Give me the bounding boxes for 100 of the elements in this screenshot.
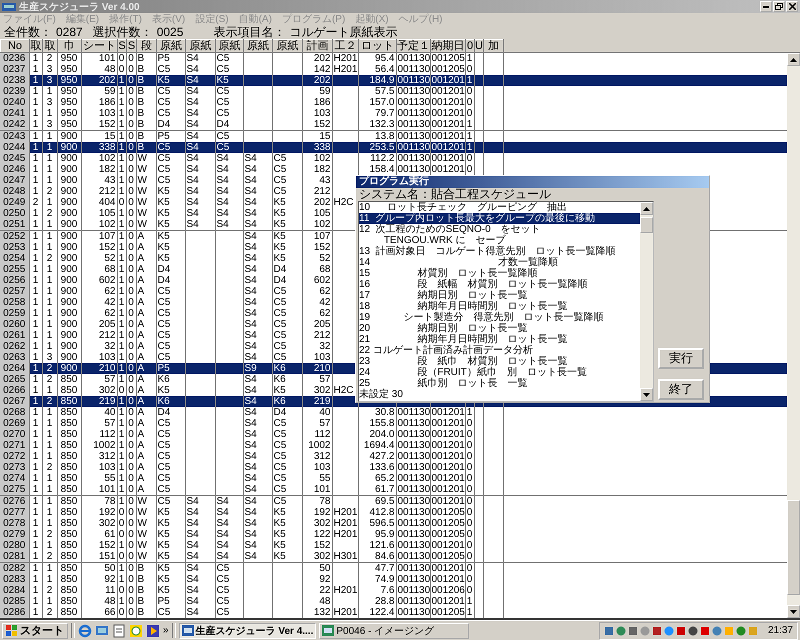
row-header: 0282 bbox=[0, 562, 29, 574]
tray-icon[interactable] bbox=[688, 626, 698, 636]
close-button[interactable] bbox=[786, 1, 798, 12]
table-cell: 0 bbox=[465, 153, 474, 164]
column-header[interactable]: シート bbox=[82, 40, 118, 52]
column-header[interactable]: 取 bbox=[30, 40, 42, 52]
tray-icon[interactable] bbox=[628, 626, 638, 636]
play-icon[interactable] bbox=[146, 624, 160, 638]
table-cell: K5 bbox=[215, 75, 243, 86]
list-item[interactable]: 25 紙巾別 ロット長 一覧 bbox=[359, 378, 640, 389]
table-cell: H201 bbox=[332, 53, 358, 64]
list-item[interactable]: 18 納期年月日時間別 ロット長一覧 bbox=[359, 301, 640, 312]
table-cell: 1 bbox=[117, 407, 126, 418]
clock-icon[interactable] bbox=[129, 624, 143, 638]
table-cell: 1 bbox=[42, 319, 57, 330]
column-header[interactable]: 原紙 bbox=[216, 40, 244, 52]
column-header[interactable]: 原紙 bbox=[156, 40, 186, 52]
column-header[interactable]: 工２ bbox=[332, 40, 358, 52]
list-item[interactable]: 未設定 30 bbox=[359, 389, 640, 400]
list-item[interactable]: 13 計画対象日 コルゲート得意先別 ロット長一覧降順 bbox=[359, 246, 640, 257]
column-header[interactable]: ロット bbox=[358, 40, 396, 52]
list-item[interactable]: 24 段（FRUIT）紙巾 別 ロット長一覧 bbox=[359, 367, 640, 378]
exit-button[interactable]: 終了 bbox=[658, 379, 704, 400]
table-cell: K5 bbox=[272, 197, 302, 208]
column-header[interactable]: 原紙 bbox=[244, 40, 272, 52]
table-cell: 001201 bbox=[430, 418, 465, 429]
table-cell: A bbox=[136, 297, 156, 308]
column-header[interactable]: 原紙 bbox=[186, 40, 216, 52]
list-item[interactable]: 10 ロット長チェック グルーピング 抽出 bbox=[359, 202, 640, 213]
program-list[interactable] bbox=[358, 201, 654, 402]
table-cell: 1002 bbox=[302, 440, 332, 451]
table-cell: 900 bbox=[57, 319, 81, 330]
tray-icon[interactable] bbox=[736, 626, 746, 636]
column-header[interactable]: 加 bbox=[484, 40, 504, 52]
column-header[interactable]: 取 bbox=[42, 40, 58, 52]
list-item[interactable]: 11 グループ内ロット長最大をグループの最後に移動 bbox=[359, 213, 640, 224]
list-item[interactable]: TENGOU.WRK に セーブ bbox=[359, 235, 640, 246]
table-cell: 001130 bbox=[396, 86, 430, 97]
tray-icon[interactable] bbox=[604, 626, 614, 636]
table-cell: C5 bbox=[215, 596, 243, 607]
column-header[interactable]: 巾 bbox=[58, 40, 82, 52]
table-cell: H201 bbox=[332, 518, 358, 529]
column-header[interactable]: 段 bbox=[136, 40, 156, 52]
table-cell: 001130 bbox=[396, 562, 430, 574]
column-header[interactable]: 計画 bbox=[302, 40, 332, 52]
table-cell: S4 bbox=[243, 308, 272, 319]
list-item[interactable]: 19 シート製造分 得意先別 ロット長一覧降順 bbox=[359, 312, 640, 323]
list-item[interactable]: 17 納期日別 ロット長一覧 bbox=[359, 290, 640, 301]
list-item[interactable]: 22 コルゲート計画済み計画データ分析 bbox=[359, 345, 640, 356]
list-item[interactable]: 15 材質別 ロット長一覧降順 bbox=[359, 268, 640, 279]
table-cell: 0 bbox=[465, 108, 474, 119]
column-header[interactable]: 納期日 bbox=[430, 40, 466, 52]
table-cell: 900 bbox=[57, 153, 81, 164]
table-cell: 40 bbox=[81, 407, 117, 418]
overflow-chevron[interactable]: » bbox=[163, 625, 169, 636]
browser-icon[interactable] bbox=[78, 624, 92, 638]
table-cell: 602 bbox=[302, 275, 332, 286]
row-header: 0256 bbox=[0, 275, 29, 286]
taskbar-button[interactable]: P0046 - イメージング bbox=[319, 622, 470, 638]
notepad-icon[interactable] bbox=[112, 624, 126, 638]
tray-icon[interactable] bbox=[676, 626, 686, 636]
table-cell: 152 bbox=[81, 119, 117, 130]
list-item[interactable]: 16 段 紙幅 材質別 ロット長一覧降順 bbox=[359, 279, 640, 290]
list-item[interactable]: 14 才数一覧降順 bbox=[359, 257, 640, 268]
table-cell: B bbox=[136, 607, 156, 618]
table-cell: 1 bbox=[117, 496, 126, 507]
table-cell: 95.9 bbox=[358, 529, 396, 540]
column-header[interactable]: S bbox=[126, 40, 136, 52]
row-header: 0239 bbox=[0, 86, 29, 97]
list-item[interactable]: 21 納期年月日時間別 ロット長一覧 bbox=[359, 334, 640, 345]
table-cell: 204.0 bbox=[358, 429, 396, 440]
taskbar-button[interactable]: 生産スケジューラ Ver 4.... bbox=[178, 622, 316, 638]
vertical-scrollbar[interactable] bbox=[787, 53, 800, 618]
start-button[interactable]: スタート bbox=[2, 622, 68, 638]
table-cell: 0 bbox=[465, 473, 474, 484]
summary-label: 選択件数： bbox=[92, 24, 153, 40]
table-cell: S4 bbox=[243, 230, 272, 242]
scroll-thumb[interactable] bbox=[640, 217, 653, 233]
tray-icon[interactable] bbox=[700, 626, 710, 636]
table-cell: 2 bbox=[42, 363, 57, 374]
column-header[interactable]: 予定１ bbox=[396, 40, 430, 52]
column-header[interactable]: No bbox=[0, 40, 30, 52]
tray-icon[interactable] bbox=[652, 626, 662, 636]
list-item[interactable]: 20 納期日別 ロット長一覧 bbox=[359, 323, 640, 334]
column-header[interactable]: 原紙 bbox=[272, 40, 302, 52]
list-scrollbar[interactable] bbox=[640, 202, 653, 401]
list-item[interactable]: 23 段 紙巾 材質別 ロット長一覧 bbox=[359, 356, 640, 367]
table-cell: 48 bbox=[81, 596, 117, 607]
scroll-thumb[interactable] bbox=[787, 500, 800, 595]
table-cell: K6 bbox=[156, 396, 185, 407]
minimize-button[interactable] bbox=[760, 1, 772, 12]
table-cell: 001205 bbox=[430, 551, 465, 562]
summary-value: コルゲート原紙表示 bbox=[289, 24, 398, 40]
table-cell: K6 bbox=[272, 396, 302, 407]
tray-icon[interactable] bbox=[616, 626, 626, 636]
list-item[interactable]: 12 次工程のためのSEQNO-0 をセット bbox=[359, 224, 640, 235]
run-button[interactable]: 実行 bbox=[658, 348, 704, 369]
restore-button[interactable] bbox=[773, 1, 785, 12]
table-cell: 1 bbox=[42, 175, 57, 186]
tray-icon[interactable] bbox=[712, 626, 722, 636]
